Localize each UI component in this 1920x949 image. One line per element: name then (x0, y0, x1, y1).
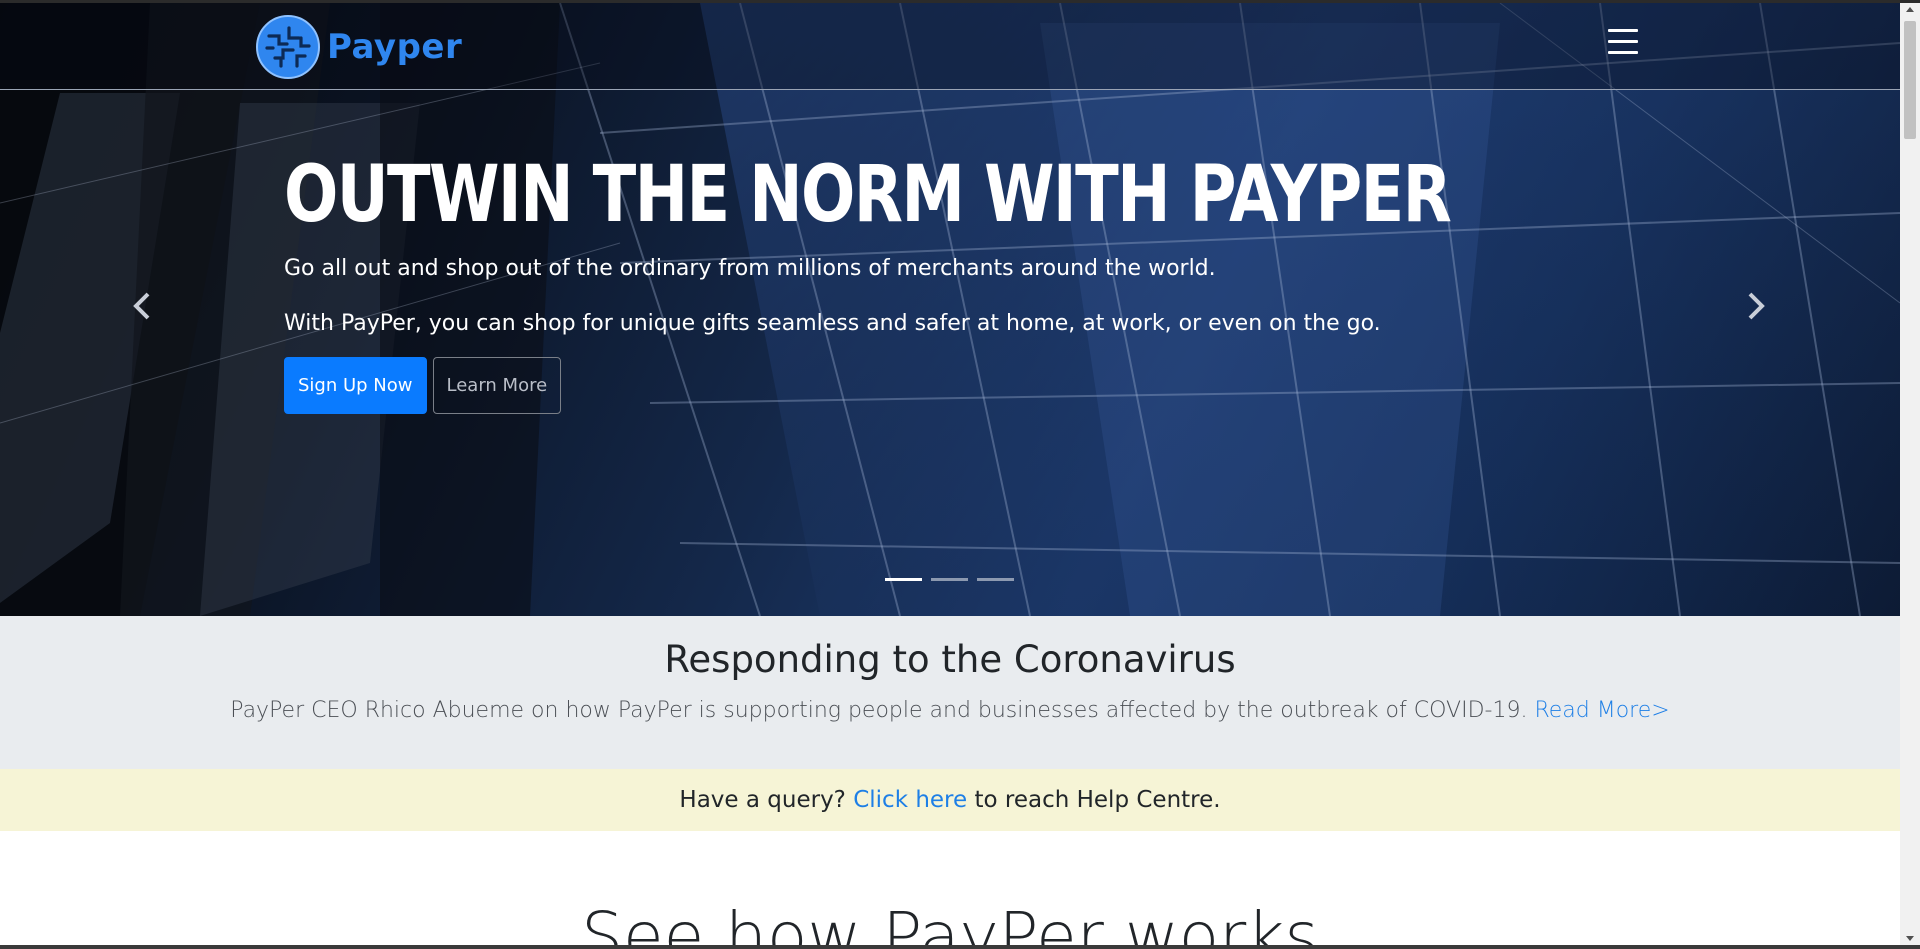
hero-text-1: Go all out and shop out of the ordinary … (284, 255, 1216, 281)
window-bottom-edge (0, 945, 1920, 949)
query-prefix: Have a query? (679, 787, 846, 813)
chevron-left-icon[interactable] (130, 290, 154, 322)
news-title: Responding to the Coronavirus (664, 638, 1236, 681)
carousel-indicators (885, 578, 1014, 581)
carousel-indicator-3[interactable] (977, 578, 1014, 581)
carousel-indicator-1[interactable] (885, 578, 922, 581)
brand-name: Payper (327, 27, 463, 67)
hero-buttons: Sign Up Now Learn More (284, 357, 1484, 415)
read-more-link[interactable]: Read More> (1534, 698, 1669, 723)
hero-title: OUTWIN THE NORM WITH PAYPER (284, 150, 1452, 240)
hamburger-menu-icon[interactable] (1608, 29, 1638, 63)
news-text: PayPer CEO Rhico Abueme on how PayPer is… (0, 698, 1900, 723)
circuit-globe-logo-icon (256, 15, 320, 79)
query-suffix: to reach Help Centre. (974, 787, 1221, 813)
hero-content: OUTWIN THE NORM WITH PAYPER Go all out a… (284, 150, 1484, 415)
scrollbar-thumb[interactable] (1904, 21, 1916, 139)
brand[interactable]: Payper (255, 15, 462, 79)
how-it-works-title: See how PayPer works (581, 898, 1319, 945)
how-it-works-section: See how PayPer works (0, 831, 1900, 945)
chevron-right-icon[interactable] (1744, 290, 1768, 322)
sign-up-button[interactable]: Sign Up Now (284, 357, 427, 415)
scroll-down-icon[interactable] (1906, 936, 1914, 941)
help-query-bar: Have a query? Click here to reach Help C… (0, 769, 1900, 831)
click-here-link[interactable]: Click here (853, 787, 967, 813)
hero-text-2: With PayPer, you can shop for unique gif… (284, 310, 1381, 336)
navbar: Payper (0, 3, 1900, 90)
carousel-indicator-2[interactable] (931, 578, 968, 581)
hero-carousel: Payper OUTWIN THE NORM WITH PAYPER Go al… (0, 3, 1900, 616)
learn-more-button[interactable]: Learn More (432, 357, 562, 415)
scroll-up-icon[interactable] (1906, 7, 1914, 12)
page: Payper OUTWIN THE NORM WITH PAYPER Go al… (0, 3, 1900, 945)
news-body: PayPer CEO Rhico Abueme on how PayPer is… (230, 698, 1528, 724)
coronavirus-notice: Responding to the Coronavirus PayPer CEO… (0, 616, 1900, 769)
vertical-scrollbar[interactable] (1900, 3, 1920, 945)
